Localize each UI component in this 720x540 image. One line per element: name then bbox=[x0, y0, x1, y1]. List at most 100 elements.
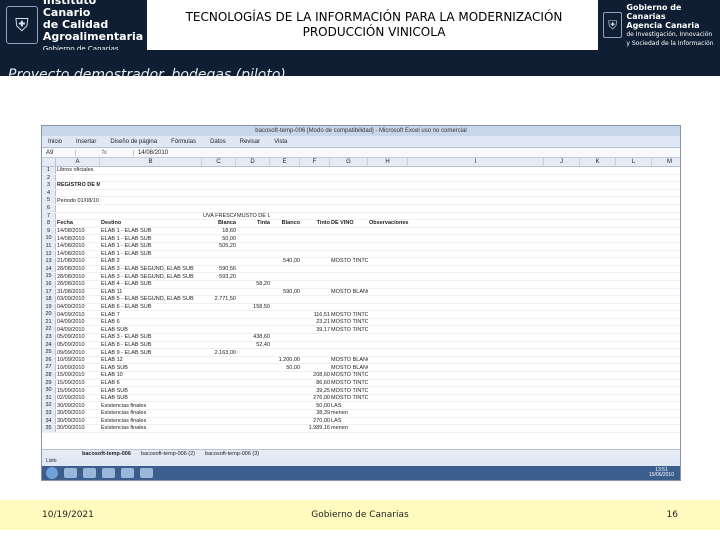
table-cell[interactable]: 50,00 bbox=[202, 236, 236, 242]
table-cell[interactable]: 03/09/2010 bbox=[56, 296, 100, 302]
row-number[interactable]: 35 bbox=[42, 425, 56, 432]
table-cell[interactable]: ELAB 7 bbox=[100, 312, 202, 318]
ribbon-tab[interactable]: Inicio bbox=[48, 139, 62, 145]
table-cell[interactable]: menen bbox=[330, 410, 368, 416]
table-cell[interactable]: Tinta bbox=[236, 220, 270, 226]
column-header[interactable]: F bbox=[300, 158, 330, 166]
table-cell[interactable]: ELAB 1 - ELAB SUB bbox=[100, 228, 202, 234]
table-cell[interactable]: MOSTO TINTO - ELAB 3 bbox=[330, 388, 368, 394]
table-cell[interactable]: MOSTO TINTO - ELAB 7 bbox=[330, 319, 368, 325]
table-cell[interactable]: Libros oficiales bbox=[56, 167, 100, 173]
table-cell[interactable]: 14/08/2010 bbox=[56, 251, 100, 257]
table-cell[interactable]: ELAB SUB bbox=[100, 327, 202, 333]
table-cell[interactable]: MOSTO TINTO - ELAB 3 bbox=[330, 395, 368, 401]
table-cell[interactable]: 30/09/2010 bbox=[56, 403, 100, 409]
table-cell[interactable]: 28/08/2010 bbox=[56, 281, 100, 287]
table-cell[interactable]: LAS bbox=[330, 418, 368, 424]
row-number[interactable]: 10 bbox=[42, 235, 56, 242]
ribbon-tab[interactable]: Vista bbox=[274, 139, 287, 145]
table-cell[interactable]: ELAB 8 - ELAB SUB bbox=[100, 342, 202, 348]
table-cell[interactable]: MOSTO BLANCO FLOR - ELAB 9 bbox=[330, 289, 368, 295]
row-number[interactable]: 19 bbox=[42, 303, 56, 311]
row-number[interactable]: 9 bbox=[42, 227, 56, 235]
row-number[interactable]: 24 bbox=[42, 341, 56, 349]
table-cell[interactable]: 05/09/2010 bbox=[56, 334, 100, 340]
table-cell[interactable]: Destino bbox=[100, 220, 202, 226]
table-cell[interactable]: 23,21 bbox=[300, 319, 330, 325]
table-cell[interactable]: Blanco bbox=[270, 220, 300, 226]
table-cell[interactable]: MOSTO TINTO - ELAB 7 bbox=[330, 327, 368, 333]
table-cell[interactable]: ELAB 3 - ELAB SUB bbox=[100, 334, 202, 340]
table-cell[interactable]: 39,25 bbox=[300, 388, 330, 394]
table-cell[interactable]: 21/08/2010 bbox=[56, 258, 100, 264]
table-cell[interactable]: ELAB 1 - ELAB SUB bbox=[100, 251, 202, 257]
table-cell[interactable]: 02/09/2010 bbox=[56, 395, 100, 401]
table-cell[interactable]: 86,60 bbox=[300, 380, 330, 386]
table-cell[interactable]: ELAB 6 bbox=[100, 319, 202, 325]
table-cell[interactable]: 276,00 bbox=[300, 395, 330, 401]
taskbar-app-icon[interactable] bbox=[121, 468, 134, 478]
table-cell[interactable]: 590,00 bbox=[270, 289, 300, 295]
table-cell[interactable]: 2.771,50 bbox=[202, 296, 236, 302]
table-cell[interactable]: MOSTO BLANCO FLOR - ELAB 9 bbox=[330, 365, 368, 371]
row-number[interactable]: 23 bbox=[42, 334, 56, 341]
row-number[interactable]: 4 bbox=[42, 189, 56, 197]
table-cell[interactable]: LAS bbox=[330, 403, 368, 409]
table-cell[interactable]: ELAB 10 bbox=[100, 372, 202, 378]
taskbar-app-icon[interactable] bbox=[83, 468, 96, 478]
row-number[interactable]: 3 bbox=[42, 182, 56, 189]
table-cell[interactable]: ELAB 1 - ELAB SUB bbox=[100, 243, 202, 249]
row-number[interactable]: 12 bbox=[42, 250, 56, 258]
column-header[interactable]: A bbox=[56, 158, 100, 166]
column-header[interactable]: I bbox=[408, 158, 544, 166]
ribbon-tab[interactable]: Fórmulas bbox=[171, 139, 196, 145]
row-number[interactable]: 18 bbox=[42, 296, 56, 303]
table-cell[interactable]: 14/08/2010 bbox=[56, 236, 100, 242]
row-number[interactable]: 22 bbox=[42, 326, 56, 334]
table-cell[interactable]: Existencias finales bbox=[100, 425, 202, 431]
column-header[interactable]: C bbox=[202, 158, 236, 166]
table-cell[interactable]: MOSTO TINTO - ELAB 1 bbox=[330, 312, 368, 318]
column-header[interactable]: L bbox=[616, 158, 652, 166]
table-cell[interactable]: 50,00 bbox=[300, 403, 330, 409]
table-cell[interactable]: 30/09/2010 bbox=[56, 410, 100, 416]
table-cell[interactable]: 28/08/2010 bbox=[56, 266, 100, 272]
row-number[interactable]: 20 bbox=[42, 311, 56, 318]
table-cell[interactable]: Observaciones bbox=[368, 220, 544, 226]
column-header[interactable]: D bbox=[236, 158, 270, 166]
table-cell[interactable]: Tinto bbox=[300, 220, 330, 226]
table-cell[interactable]: 30/09/2010 bbox=[56, 418, 100, 424]
table-cell[interactable]: 04/09/2010 bbox=[56, 327, 100, 333]
table-cell[interactable]: ELAB 3 - ELAB SEGUND, ELAB SUB bbox=[100, 266, 202, 272]
table-cell[interactable]: 270,00 bbox=[300, 418, 330, 424]
table-cell[interactable]: 208,60 bbox=[300, 372, 330, 378]
row-number[interactable]: 26 bbox=[42, 356, 56, 364]
table-cell[interactable]: 540,00 bbox=[270, 258, 300, 264]
table-cell[interactable]: Blanca bbox=[202, 220, 236, 226]
table-cell[interactable]: 14/08/2010 bbox=[56, 228, 100, 234]
column-header[interactable]: E bbox=[270, 158, 300, 166]
row-number[interactable]: 13 bbox=[42, 258, 56, 265]
table-cell[interactable]: Existencias finales bbox=[100, 403, 202, 409]
ribbon-tab[interactable]: Insertar bbox=[76, 139, 96, 145]
table-cell[interactable]: Fecha bbox=[56, 220, 100, 226]
table-cell[interactable]: 05/09/2010 bbox=[56, 342, 100, 348]
table-cell[interactable]: 15/09/2010 bbox=[56, 388, 100, 394]
table-cell[interactable]: 39,17 bbox=[300, 327, 330, 333]
table-cell[interactable]: ELAB 2 bbox=[100, 258, 202, 264]
row-number[interactable]: 31 bbox=[42, 394, 56, 402]
table-cell[interactable]: Existencias finales bbox=[100, 410, 202, 416]
column-header[interactable]: J bbox=[544, 158, 580, 166]
column-header[interactable]: K bbox=[580, 158, 616, 166]
table-cell[interactable]: ELAB 6 - ELAB SUB bbox=[100, 304, 202, 310]
table-cell[interactable]: 2.163,00 bbox=[202, 350, 236, 356]
table-cell[interactable]: 09/09/2010 bbox=[56, 350, 100, 356]
table-cell[interactable]: ELAB 9 - ELAB SUB bbox=[100, 350, 202, 356]
ribbon-tab[interactable]: Diseño de página bbox=[110, 139, 157, 145]
table-cell[interactable]: 04/09/2010 bbox=[56, 312, 100, 318]
select-all-corner[interactable] bbox=[42, 158, 56, 166]
row-number[interactable]: 6 bbox=[42, 204, 56, 212]
table-cell[interactable]: MOSTO TINTO - ELAB 1 bbox=[330, 258, 368, 264]
table-cell[interactable]: ELAB 3 - ELAB SEGUND, ELAB SUB bbox=[100, 274, 202, 280]
table-cell[interactable]: 38,39 bbox=[300, 410, 330, 416]
